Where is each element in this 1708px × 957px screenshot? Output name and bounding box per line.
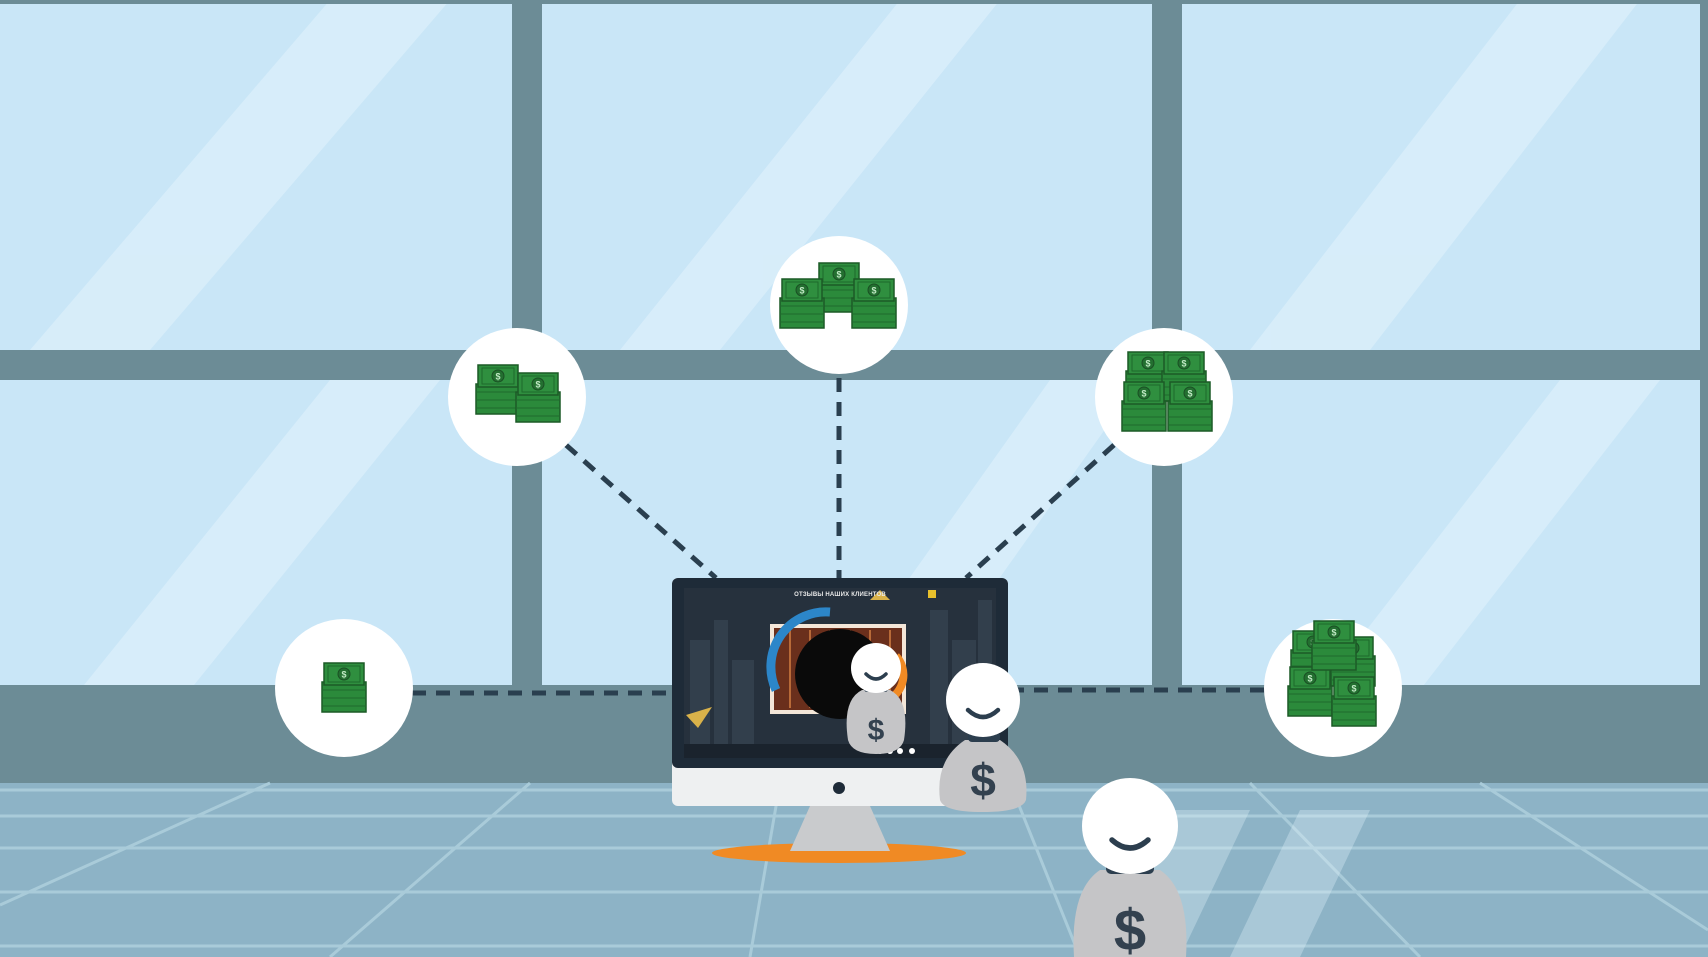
- money-stack-icon: [1288, 621, 1376, 726]
- money-node-5: [1264, 619, 1402, 757]
- money-node-4: [1095, 328, 1233, 466]
- money-stack-icon: [476, 365, 560, 422]
- scene: $ $ $ ОТЗЫВЫ НАШИХ КЛИЕНТОВ: [0, 0, 1708, 957]
- svg-text:$: $: [1114, 898, 1146, 957]
- illustration: $ $ $: [0, 0, 1708, 957]
- money-node-3: [770, 236, 908, 374]
- svg-text:$: $: [970, 754, 996, 806]
- money-bag-character-small: $: [846, 643, 906, 754]
- screen-heading: ОТЗЫВЫ НАШИХ КЛИЕНТОВ: [794, 592, 886, 598]
- svg-text:$: $: [868, 714, 885, 747]
- money-stack-icon: [322, 663, 366, 712]
- money-node-2: [448, 328, 586, 466]
- power-button-icon: [833, 782, 845, 794]
- money-node-1: [275, 619, 413, 757]
